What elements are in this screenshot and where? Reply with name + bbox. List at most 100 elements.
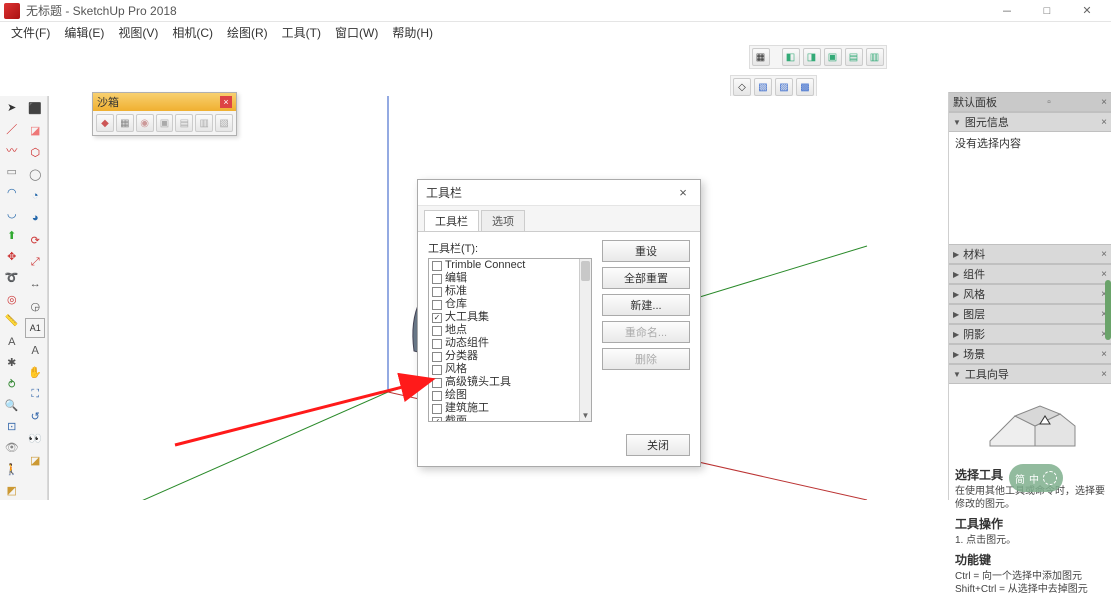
label-icon[interactable]: A1: [25, 318, 45, 338]
checkbox-icon[interactable]: [432, 352, 442, 362]
checkbox-icon[interactable]: ✓: [432, 417, 442, 422]
pan2-icon[interactable]: ✋: [25, 362, 45, 382]
look-icon[interactable]: 👀: [25, 428, 45, 448]
zoome-icon[interactable]: ⛶: [25, 384, 45, 404]
toolbar-item[interactable]: 仓库: [429, 298, 579, 311]
tab-options[interactable]: 选项: [481, 210, 525, 231]
ime-indicator[interactable]: 简中: [1009, 464, 1063, 492]
toolbar-item[interactable]: 编辑: [429, 272, 579, 285]
toolbar-item[interactable]: 分类器: [429, 350, 579, 363]
zoomw-icon[interactable]: ⊡: [2, 417, 22, 436]
panel-layers[interactable]: 图层: [963, 306, 985, 322]
entity-info-label[interactable]: 图元信息: [965, 114, 1009, 130]
checkbox-icon[interactable]: [432, 391, 442, 401]
panel-shadows[interactable]: 阴影: [963, 326, 985, 342]
arc2-icon[interactable]: ◠: [2, 183, 22, 202]
toolbar-item[interactable]: 标准: [429, 285, 579, 298]
scale2-icon[interactable]: ⤢: [25, 252, 45, 272]
listbox-scrollbar[interactable]: ▲ ▼: [579, 259, 591, 421]
stamp-icon[interactable]: ▣: [156, 114, 174, 132]
toolbar-item[interactable]: 风格: [429, 363, 579, 376]
toolbar-item[interactable]: ✓截面: [429, 415, 579, 421]
text2-icon[interactable]: A: [2, 332, 22, 351]
scene-icon[interactable]: ◧: [782, 48, 800, 66]
rotate2-icon[interactable]: ⟳: [25, 230, 45, 250]
poly-icon[interactable]: ⬡: [25, 142, 45, 162]
panel-components[interactable]: 组件: [963, 266, 985, 282]
toolbar-item[interactable]: 建筑施工: [429, 402, 579, 415]
paint2-icon[interactable]: ⬛: [25, 98, 45, 118]
pie2-icon[interactable]: ◕: [25, 208, 45, 228]
checkbox-icon[interactable]: [432, 287, 442, 297]
panel-styles[interactable]: 风格: [963, 286, 985, 302]
add-detail-icon[interactable]: ▥: [195, 114, 213, 132]
menu-camera[interactable]: 相机(C): [165, 23, 220, 42]
sandbox-toolbar[interactable]: 沙箱 × ◆ ▦ ◉ ▣ ▤ ▥ ▧: [92, 92, 237, 136]
delete-button[interactable]: 删除: [602, 348, 690, 370]
checkbox-icon[interactable]: [432, 261, 442, 271]
push2-icon[interactable]: ⬆: [2, 226, 22, 245]
checkbox-icon[interactable]: [432, 339, 442, 349]
position-icon[interactable]: 👁: [2, 438, 22, 457]
scroll-down-icon[interactable]: ▼: [580, 409, 591, 421]
box1-icon[interactable]: ▧: [754, 78, 772, 96]
toolbar-item[interactable]: Trimble Connect: [429, 259, 579, 272]
line-tool-icon[interactable]: ／: [2, 119, 22, 138]
tray-pin-icon[interactable]: ▫: [1047, 97, 1051, 108]
sandbox-from-scratch-icon[interactable]: ▦: [116, 114, 134, 132]
toolbar-item[interactable]: 绘图: [429, 389, 579, 402]
new-button[interactable]: 新建...: [602, 294, 690, 316]
smoove-icon[interactable]: ◉: [136, 114, 154, 132]
sandbox-toolbar-title[interactable]: 沙箱 ×: [93, 93, 236, 111]
toolbars-dialog[interactable]: 工具栏 × 工具栏 选项 工具栏(T): Trimble Connect编辑标准…: [417, 179, 701, 467]
panel-materials[interactable]: 材料: [963, 246, 985, 262]
sectiond-icon[interactable]: ◪: [25, 450, 45, 470]
circle2-icon[interactable]: ◯: [25, 164, 45, 184]
checkbox-icon[interactable]: [432, 326, 442, 336]
follow-icon[interactable]: ➰: [2, 268, 22, 287]
menu-edit[interactable]: 编辑(E): [57, 23, 111, 42]
close-dialog-button[interactable]: 关闭: [626, 434, 690, 456]
walk-icon[interactable]: 🚶: [2, 460, 22, 479]
scene2-icon[interactable]: ◨: [803, 48, 821, 66]
panel-instructor[interactable]: 工具向导: [965, 366, 1009, 382]
box2-icon[interactable]: ▨: [775, 78, 793, 96]
offset2-icon[interactable]: ◎: [2, 289, 22, 308]
rect-tool-icon[interactable]: ▭: [2, 162, 22, 181]
sandbox-toolbar-close[interactable]: ×: [220, 96, 232, 108]
box3-icon[interactable]: ▩: [796, 78, 814, 96]
orbit2-icon[interactable]: ⥁: [2, 374, 22, 393]
menu-help[interactable]: 帮助(H): [385, 23, 440, 42]
iso-view-icon[interactable]: ◇: [733, 78, 751, 96]
tab-toolbars[interactable]: 工具栏: [424, 210, 479, 231]
panel-scenes[interactable]: 场景: [963, 346, 985, 362]
checkbox-icon[interactable]: [432, 404, 442, 414]
scene5-icon[interactable]: ▥: [866, 48, 884, 66]
minimize-button[interactable]: －: [987, 0, 1027, 22]
scroll-thumb[interactable]: [581, 261, 590, 281]
checkbox-icon[interactable]: [432, 365, 442, 375]
rename-button[interactable]: 重命名...: [602, 321, 690, 343]
toolbar-item[interactable]: 地点: [429, 324, 579, 337]
checkbox-icon[interactable]: [432, 300, 442, 310]
tray-close-icon[interactable]: ×: [1101, 97, 1107, 108]
axes-icon[interactable]: ✱: [2, 353, 22, 372]
move2-icon[interactable]: ✥: [2, 247, 22, 266]
eraser2-icon[interactable]: ◪: [25, 120, 45, 140]
maximize-button[interactable]: □: [1027, 0, 1067, 22]
select-tool-icon[interactable]: ➤: [2, 98, 22, 117]
flip-edge-icon[interactable]: ▧: [215, 114, 233, 132]
dim-icon[interactable]: ↔: [25, 274, 45, 294]
checkbox-icon[interactable]: [432, 378, 442, 388]
pie-icon[interactable]: ◔: [25, 186, 45, 206]
toolbar-listbox[interactable]: Trimble Connect编辑标准仓库✓大工具集地点动态组件分类器风格高级镜…: [428, 258, 592, 422]
menu-view[interactable]: 视图(V): [111, 23, 165, 42]
arc3-icon[interactable]: ◡: [2, 204, 22, 223]
right-scroll-stub[interactable]: [1105, 280, 1111, 340]
prev-icon[interactable]: ↺: [25, 406, 45, 426]
toolbar-item[interactable]: 高级镜头工具: [429, 376, 579, 389]
drape-icon[interactable]: ▤: [175, 114, 193, 132]
section4-icon[interactable]: ◩: [2, 481, 22, 500]
scene4-icon[interactable]: ▤: [845, 48, 863, 66]
reset-button[interactable]: 重设: [602, 240, 690, 262]
